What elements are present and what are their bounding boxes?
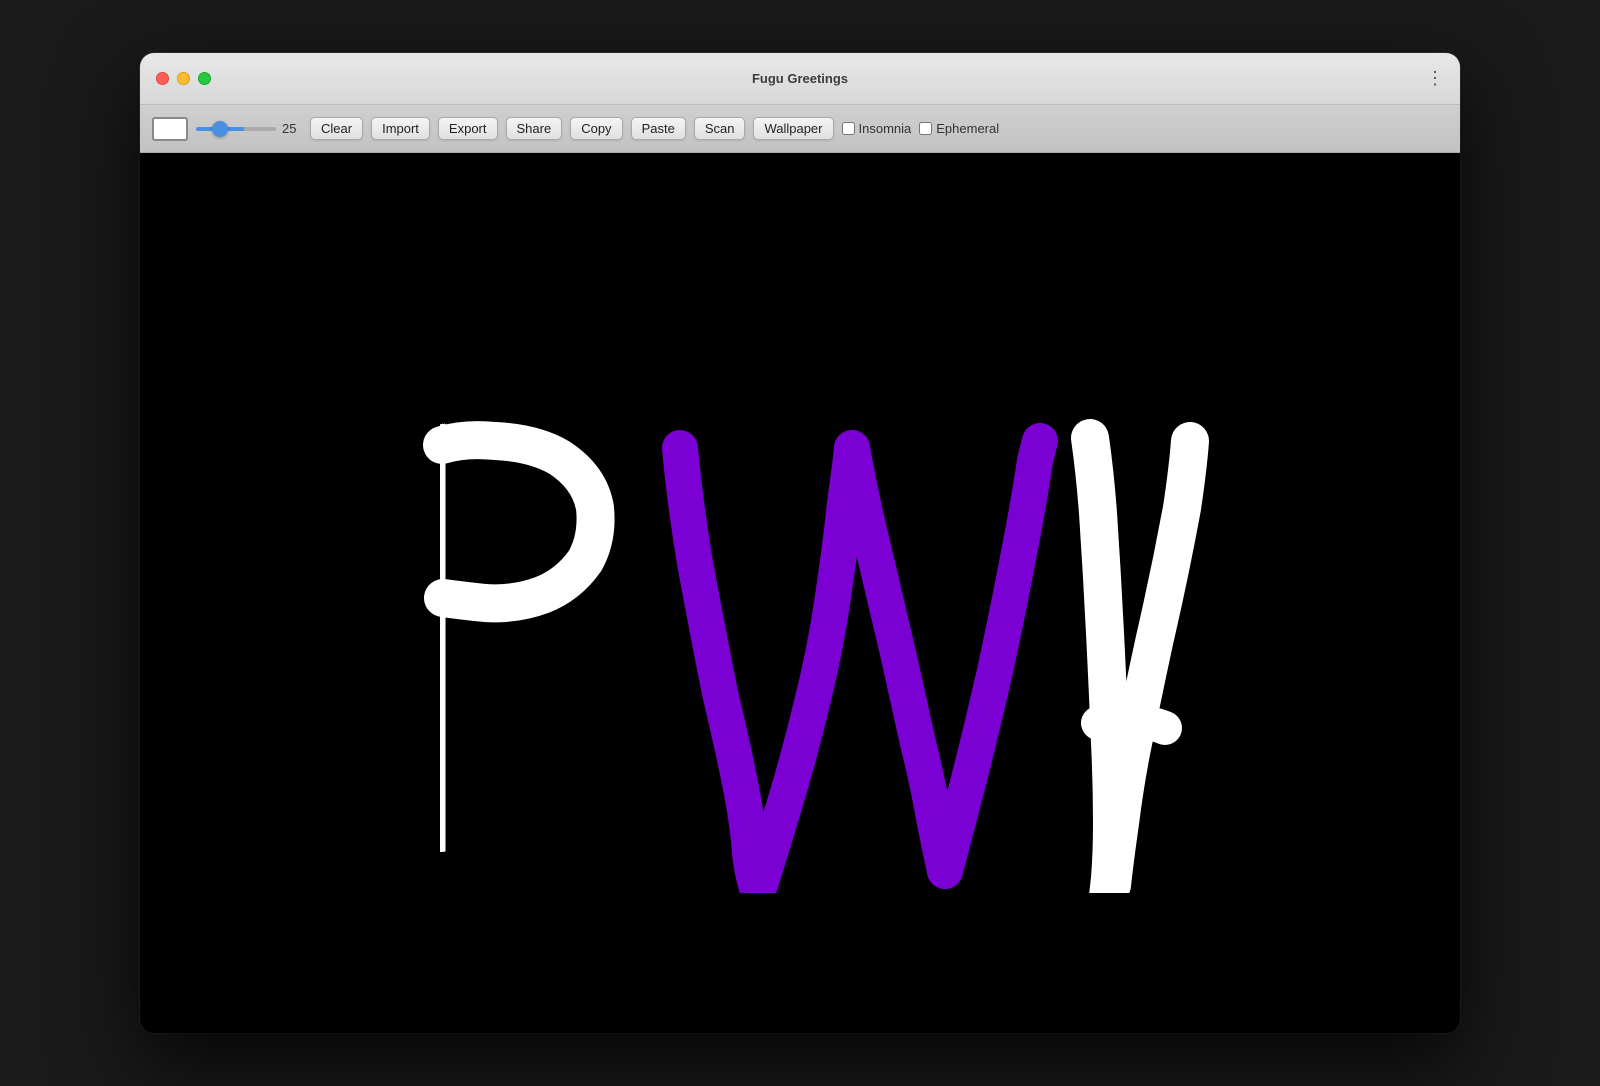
- color-swatch[interactable]: [152, 117, 188, 141]
- titlebar: Fugu Greetings ⋮: [140, 53, 1460, 105]
- ephemeral-checkbox-label[interactable]: Ephemeral: [919, 121, 999, 136]
- import-button[interactable]: Import: [371, 117, 430, 140]
- brush-size-slider[interactable]: [196, 127, 276, 131]
- clear-button[interactable]: Clear: [310, 117, 363, 140]
- toolbar: 25 Clear Import Export Share Copy Paste …: [140, 105, 1460, 153]
- insomnia-checkbox-label[interactable]: Insomnia: [842, 121, 912, 136]
- drawing-canvas[interactable]: [140, 153, 1460, 1033]
- ephemeral-label: Ephemeral: [936, 121, 999, 136]
- letter-p: [441, 440, 596, 833]
- slider-container: 25: [196, 121, 302, 136]
- insomnia-checkbox[interactable]: [842, 122, 855, 135]
- letter-w: [680, 441, 1040, 891]
- maximize-button[interactable]: [198, 72, 211, 85]
- minimize-button[interactable]: [177, 72, 190, 85]
- paste-button[interactable]: Paste: [631, 117, 686, 140]
- close-button[interactable]: [156, 72, 169, 85]
- wallpaper-button[interactable]: Wallpaper: [753, 117, 833, 140]
- ephemeral-checkbox[interactable]: [919, 122, 932, 135]
- app-window: Fugu Greetings ⋮ 25 Clear Import Export …: [140, 53, 1460, 1033]
- insomnia-label: Insomnia: [859, 121, 912, 136]
- export-button[interactable]: Export: [438, 117, 498, 140]
- traffic-lights: [156, 72, 211, 85]
- menu-icon[interactable]: ⋮: [1426, 68, 1444, 89]
- brush-size-value: 25: [282, 121, 302, 136]
- scan-button[interactable]: Scan: [694, 117, 746, 140]
- copy-button[interactable]: Copy: [570, 117, 622, 140]
- share-button[interactable]: Share: [506, 117, 563, 140]
- letter-a: [1090, 438, 1190, 893]
- pwa-drawing: [350, 293, 1250, 893]
- pwa-svg: [350, 293, 1250, 893]
- window-title: Fugu Greetings: [752, 71, 848, 86]
